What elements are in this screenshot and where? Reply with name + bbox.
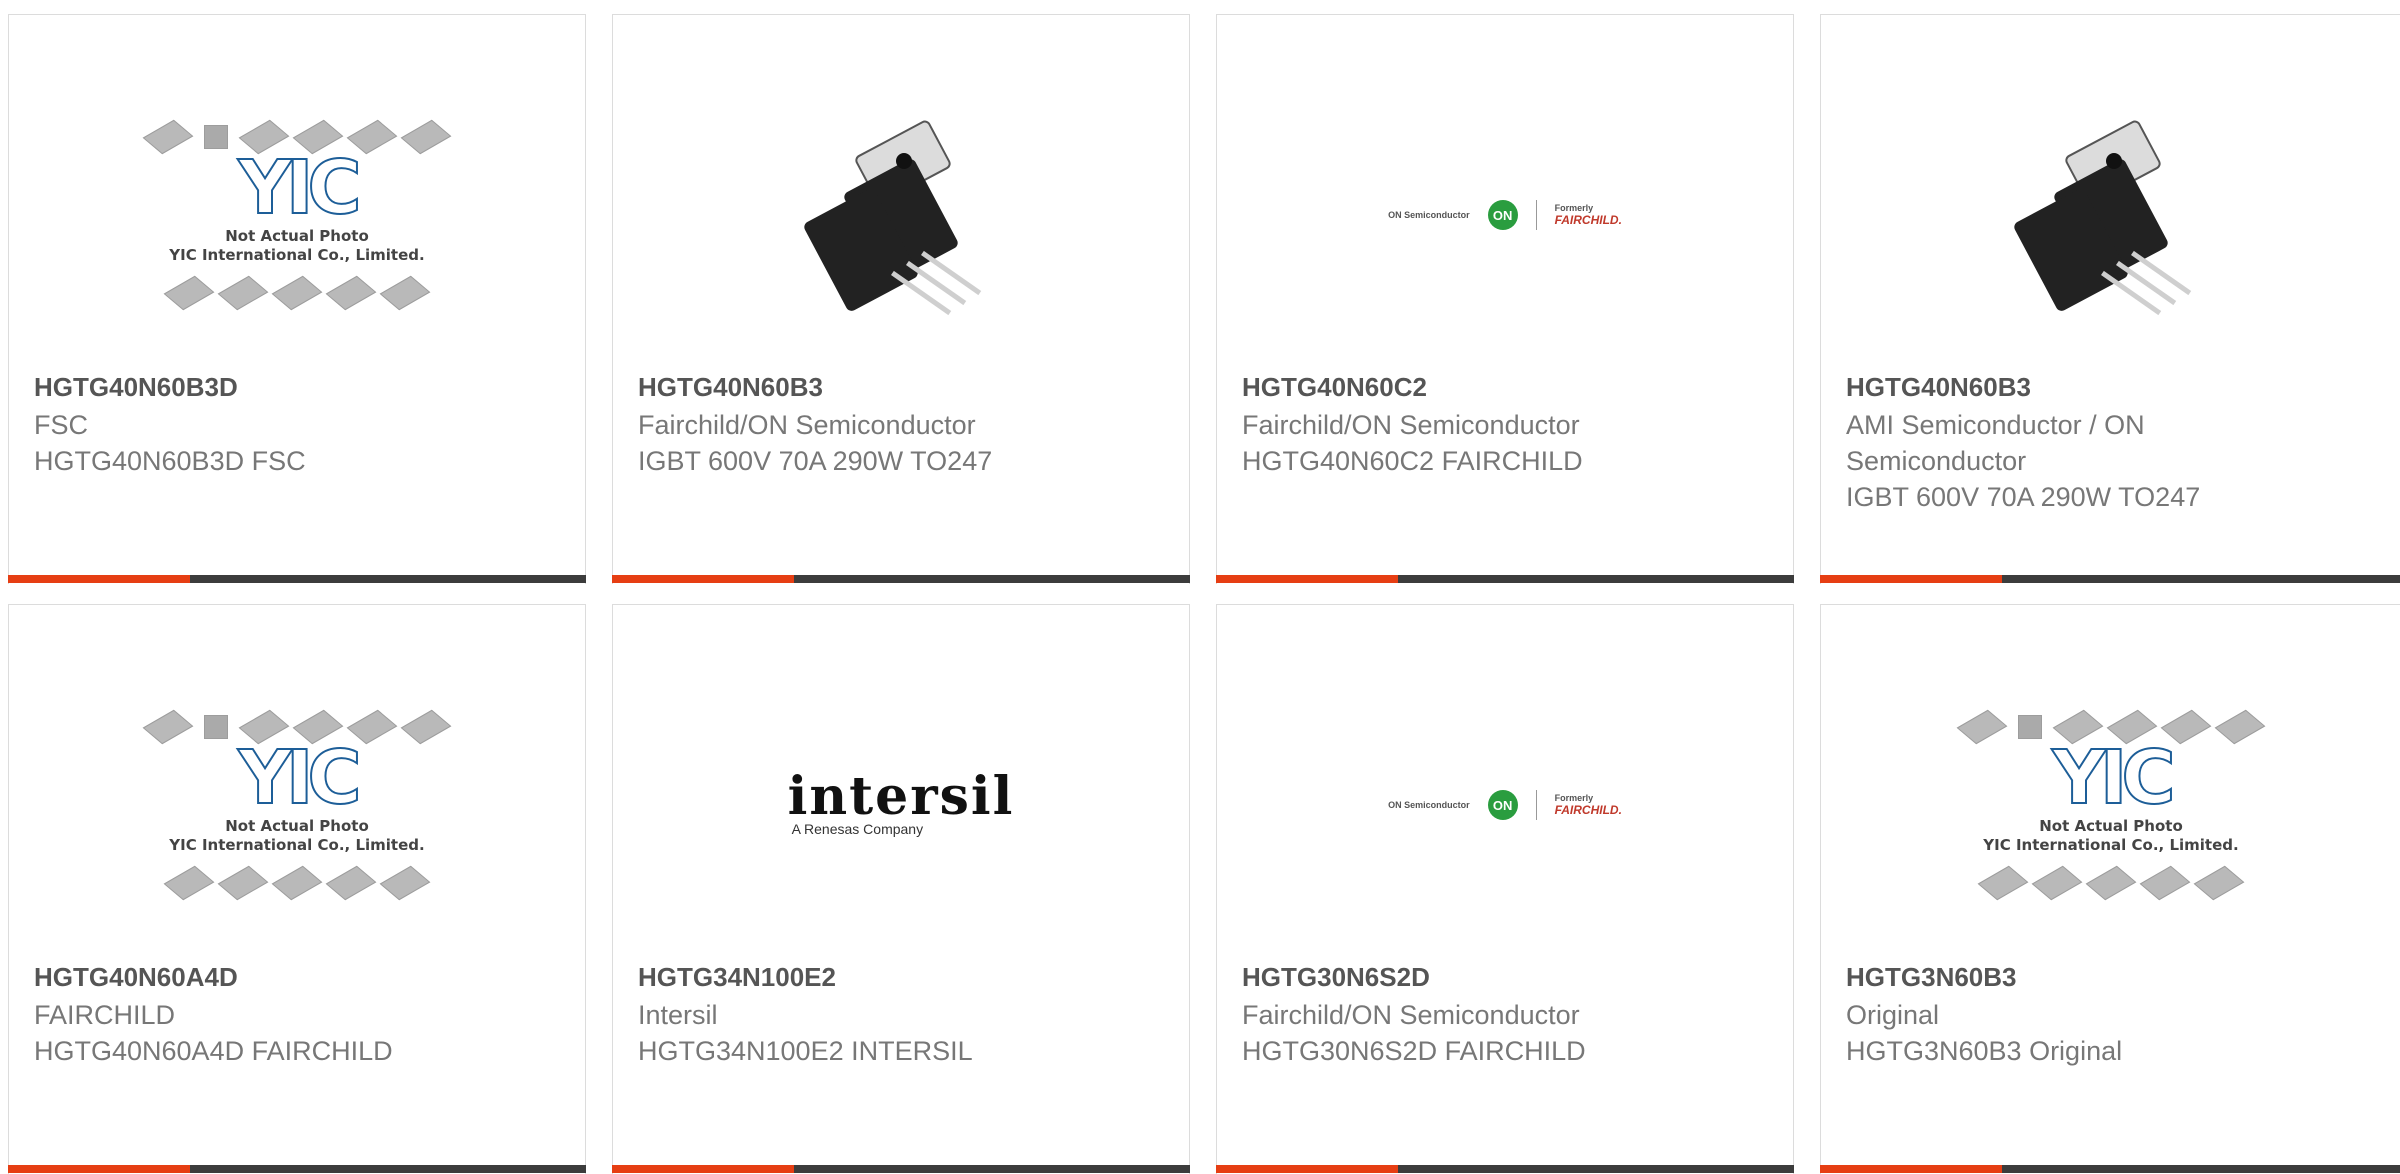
- product-card[interactable]: ON Semiconductor ON Formerly FAIRCHILD. …: [1216, 14, 1794, 584]
- placeholder-note: Not Actual Photo: [2039, 817, 2183, 835]
- part-number[interactable]: HGTG30N6S2D: [1242, 962, 1430, 993]
- description: IGBT 600V 70A 290W TO247: [1846, 482, 2201, 512]
- manufacturer: Fairchild/ON Semiconductor: [1242, 1000, 1580, 1030]
- part-number[interactable]: HGTG40N60A4D: [34, 962, 238, 993]
- product-card[interactable]: YIC Not Actual Photo YIC International C…: [8, 604, 586, 1174]
- part-number[interactable]: HGTG40N60C2: [1242, 372, 1427, 403]
- card-bottom-bar: [612, 575, 1190, 583]
- description: HGTG30N6S2D FAIRCHILD: [1242, 1036, 1586, 1066]
- fairchild-wordmark: FAIRCHILD.: [1554, 213, 1622, 227]
- product-image[interactable]: ON Semiconductor ON Formerly FAIRCHILD.: [1217, 75, 1793, 355]
- on-semiconductor-icon: ON: [1487, 790, 1518, 820]
- description: HGTG34N100E2 INTERSIL: [638, 1036, 973, 1066]
- placeholder-company: YIC International Co., Limited.: [169, 836, 425, 854]
- to247-transistor-image: [801, 115, 1001, 316]
- intersil-logo: intersil A Renesas Company: [787, 766, 1015, 838]
- card-bottom-bar: [1820, 1165, 2400, 1173]
- placeholder-company: YIC International Co., Limited.: [169, 246, 425, 264]
- description: HGTG40N60B3D FSC: [34, 446, 306, 476]
- product-card[interactable]: intersil A Renesas Company HGTG34N100E2 …: [612, 604, 1190, 1174]
- product-image[interactable]: [1821, 75, 2400, 355]
- product-image[interactable]: YIC Not Actual Photo YIC International C…: [1821, 665, 2400, 945]
- card-bottom-bar: [1820, 575, 2400, 583]
- yic-placeholder-image: YIC Not Actual Photo YIC International C…: [142, 119, 452, 311]
- manufacturer: FAIRCHILD: [34, 1000, 176, 1030]
- to247-transistor-image: [2011, 115, 2211, 316]
- on-fairchild-logo: ON Semiconductor ON Formerly FAIRCHILD.: [1388, 200, 1622, 230]
- product-grid: YIC Not Actual Photo YIC International C…: [0, 0, 2400, 1174]
- yic-logo: YIC: [237, 735, 362, 821]
- product-image[interactable]: intersil A Renesas Company: [613, 665, 1189, 945]
- placeholder-note: Not Actual Photo: [225, 227, 369, 245]
- description: HGTG3N60B3 Original: [1846, 1036, 2123, 1066]
- product-image[interactable]: YIC Not Actual Photo YIC International C…: [9, 75, 585, 355]
- chip-icons-bottom: [150, 275, 444, 311]
- manufacturer: AMI Semiconductor / ON Semiconductor: [1846, 410, 2145, 476]
- yic-logo: YIC: [2051, 735, 2176, 821]
- manufacturer: Intersil: [638, 1000, 718, 1030]
- yic-logo: YIC: [237, 145, 362, 231]
- part-number[interactable]: HGTG40N60B3: [1846, 372, 2031, 403]
- product-card[interactable]: YIC Not Actual Photo YIC International C…: [1820, 604, 2400, 1174]
- product-card[interactable]: YIC Not Actual Photo YIC International C…: [8, 14, 586, 584]
- manufacturer: Fairchild/ON Semiconductor: [1242, 410, 1580, 440]
- card-bottom-bar: [1216, 1165, 1794, 1173]
- yic-placeholder-image: YIC Not Actual Photo YIC International C…: [142, 709, 452, 901]
- chip-icons-bottom: [1964, 865, 2258, 901]
- fairchild-wordmark: FAIRCHILD.: [1554, 803, 1622, 817]
- description: HGTG40N60C2 FAIRCHILD: [1242, 446, 1583, 476]
- part-number[interactable]: HGTG40N60B3D: [34, 372, 238, 403]
- product-image[interactable]: ON Semiconductor ON Formerly FAIRCHILD.: [1217, 665, 1793, 945]
- card-bottom-bar: [8, 1165, 586, 1173]
- card-bottom-bar: [1216, 575, 1794, 583]
- part-number[interactable]: HGTG34N100E2: [638, 962, 836, 993]
- on-fairchild-logo: ON Semiconductor ON Formerly FAIRCHILD.: [1388, 790, 1622, 820]
- card-bottom-bar: [612, 1165, 1190, 1173]
- product-card[interactable]: ON Semiconductor ON Formerly FAIRCHILD. …: [1216, 604, 1794, 1174]
- chip-icons-bottom: [150, 865, 444, 901]
- card-bottom-bar: [8, 575, 586, 583]
- placeholder-note: Not Actual Photo: [225, 817, 369, 835]
- manufacturer: Original: [1846, 1000, 1940, 1030]
- description: HGTG40N60A4D FAIRCHILD: [34, 1036, 393, 1066]
- product-image[interactable]: YIC Not Actual Photo YIC International C…: [9, 665, 585, 945]
- part-number[interactable]: HGTG40N60B3: [638, 372, 823, 403]
- yic-placeholder-image: YIC Not Actual Photo YIC International C…: [1956, 709, 2266, 901]
- placeholder-company: YIC International Co., Limited.: [1983, 836, 2239, 854]
- product-card[interactable]: HGTG40N60B3 Fairchild/ON Semiconductor I…: [612, 14, 1190, 584]
- part-number[interactable]: HGTG3N60B3: [1846, 962, 2017, 993]
- product-card[interactable]: HGTG40N60B3 AMI Semiconductor / ON Semic…: [1820, 14, 2400, 584]
- manufacturer: FSC: [34, 410, 88, 440]
- description: IGBT 600V 70A 290W TO247: [638, 446, 993, 476]
- manufacturer: Fairchild/ON Semiconductor: [638, 410, 976, 440]
- product-image[interactable]: [613, 75, 1189, 355]
- on-semiconductor-icon: ON: [1487, 200, 1518, 230]
